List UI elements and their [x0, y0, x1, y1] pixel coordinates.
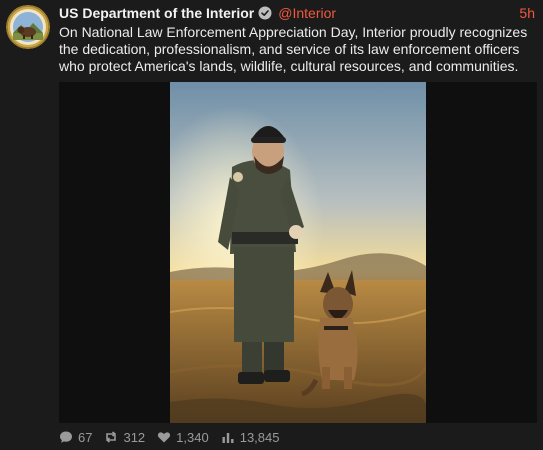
verified-badge-icon [258, 6, 272, 20]
views-button[interactable]: 13,845 [221, 429, 280, 445]
reply-button[interactable]: 67 [59, 430, 92, 445]
post-photo[interactable] [170, 82, 426, 423]
avatar[interactable] [6, 5, 50, 49]
repost-count: 312 [123, 429, 146, 445]
author-handle[interactable]: @Interior [278, 5, 336, 21]
like-button[interactable]: 1,340 [157, 430, 209, 445]
reply-count: 67 [78, 429, 93, 445]
bison-seal-icon [6, 5, 50, 49]
officer-with-dog-photo [170, 82, 426, 423]
post-card: US Department of the Interior @Interior … [0, 0, 543, 450]
repost-button[interactable]: 312 [104, 430, 145, 445]
repost-icon [106, 431, 117, 443]
post-timestamp[interactable]: 5h [519, 5, 535, 21]
comment-icon [60, 431, 72, 443]
view-count: 13,845 [239, 429, 280, 445]
post-text: On National Law Enforcement Appreciation… [59, 24, 528, 74]
like-count: 1,340 [176, 429, 209, 445]
heart-icon [158, 432, 171, 443]
post-header: US Department of the Interior @Interior … [59, 4, 535, 22]
bar-chart-icon [222, 433, 234, 443]
author-name[interactable]: US Department of the Interior [59, 5, 254, 21]
media-container [59, 82, 537, 423]
action-bar: 67 312 1,340 13,845 [59, 429, 291, 445]
